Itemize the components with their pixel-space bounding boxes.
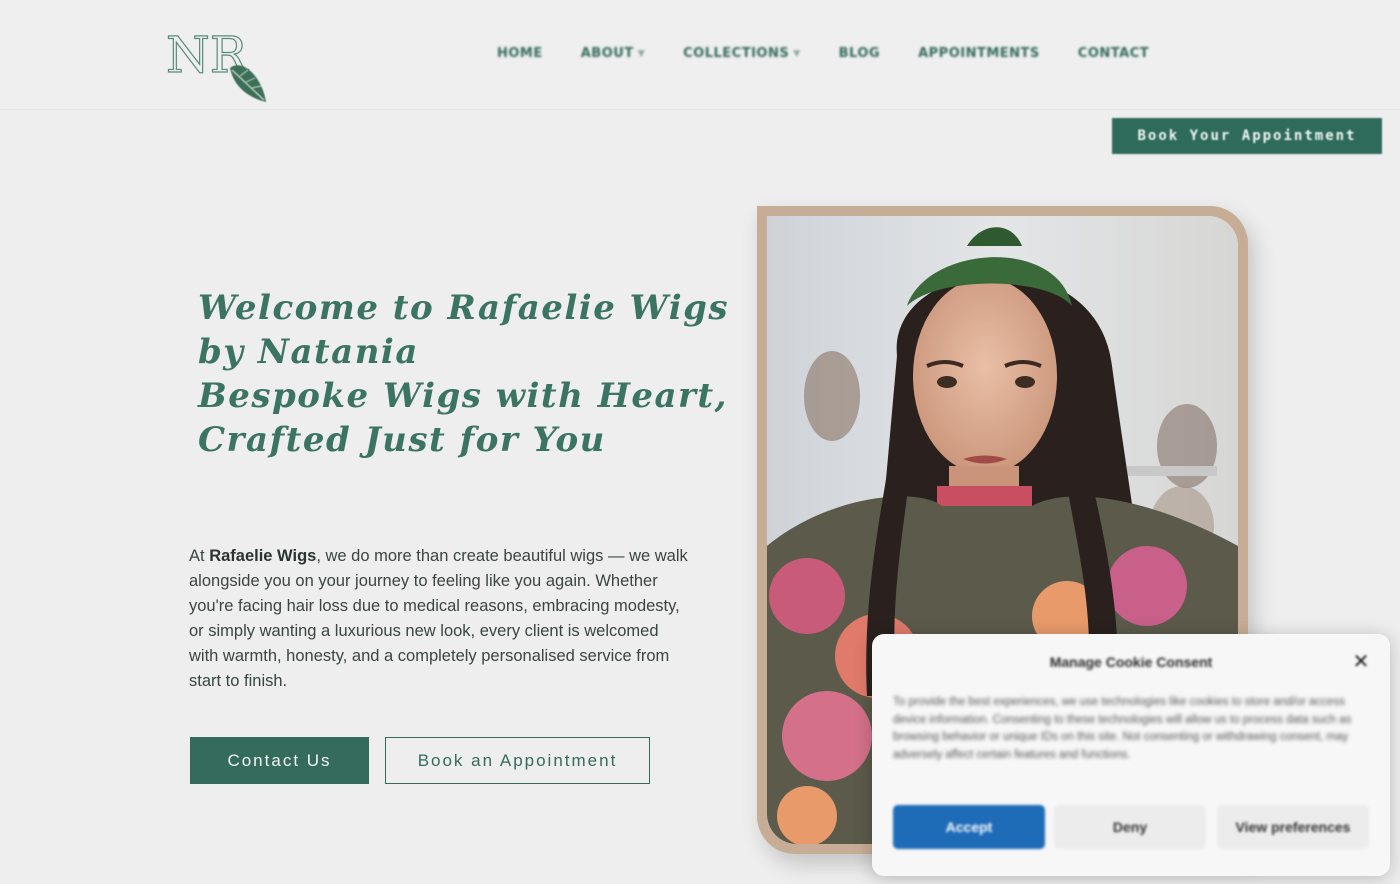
hero-intro: At Rafaelie Wigs, we do more than create… [189,544,689,694]
intro-brand: Rafaelie Wigs [209,547,317,565]
contact-us-button[interactable]: Contact Us [190,737,369,784]
view-preferences-button[interactable]: View preferences [1217,805,1369,849]
intro-prefix: At [189,547,210,565]
chevron-down-icon: ▼ [793,48,801,59]
cookie-body: To provide the best experiences, we use … [893,696,1352,761]
book-appointment-button[interactable]: Book an Appointment [385,737,650,784]
nav-item-blog[interactable]: BLOG [839,46,880,61]
chevron-down-icon: ▼ [637,48,646,59]
logo-mark: NR [165,25,266,102]
hero-title-line: Crafted Just for You [198,420,606,460]
nav-item-collections[interactable]: COLLECTIONS ▼ [683,46,801,61]
nav-label: CONTACT [1077,46,1150,61]
nav-label: BLOG [838,46,881,61]
nav-label: COLLECTIONS [683,46,790,61]
nav-label: HOME [497,46,543,61]
cookie-title: Manage Cookie Consent [1049,654,1213,670]
hero-title: Welcome to Rafaelie Wigs by Natania Besp… [198,286,730,462]
nav-label: ABOUT [580,46,634,61]
nav-item-contact[interactable]: CONTACT [1078,46,1149,61]
hero-title-line: by Natania [198,332,419,372]
site-logo[interactable]: NR [162,6,274,110]
nav-item-appointments[interactable]: APPOINTMENTS [918,46,1040,61]
deny-cookies-button[interactable]: Deny [1054,805,1206,849]
intro-body: , we do more than create beautiful wigs … [189,547,688,690]
nav-label: APPOINTMENTS [918,46,1040,61]
nav-item-home[interactable]: HOME [497,46,543,61]
accept-cookies-button[interactable]: Accept [893,805,1045,849]
main-nav: HOME ABOUT ▼ COLLECTIONS ▼ BLOG APPOINTMEN… [497,46,1187,61]
cookie-consent-banner: Manage Cookie Consent ✕ To provide the b… [872,634,1390,876]
hero-title-line: Bespoke Wigs with Heart, [198,376,728,416]
book-your-appointment-button[interactable]: Book Your Appointment [1112,118,1382,154]
site-header: NR HOME ABOUT ▼ COLLECTIONS ▼ BLOG APPOINT… [0,0,1400,110]
close-icon[interactable]: ✕ [1350,650,1372,672]
hero-title-line: Welcome to Rafaelie Wigs [198,288,730,328]
nav-item-about[interactable]: ABOUT ▼ [581,46,645,61]
